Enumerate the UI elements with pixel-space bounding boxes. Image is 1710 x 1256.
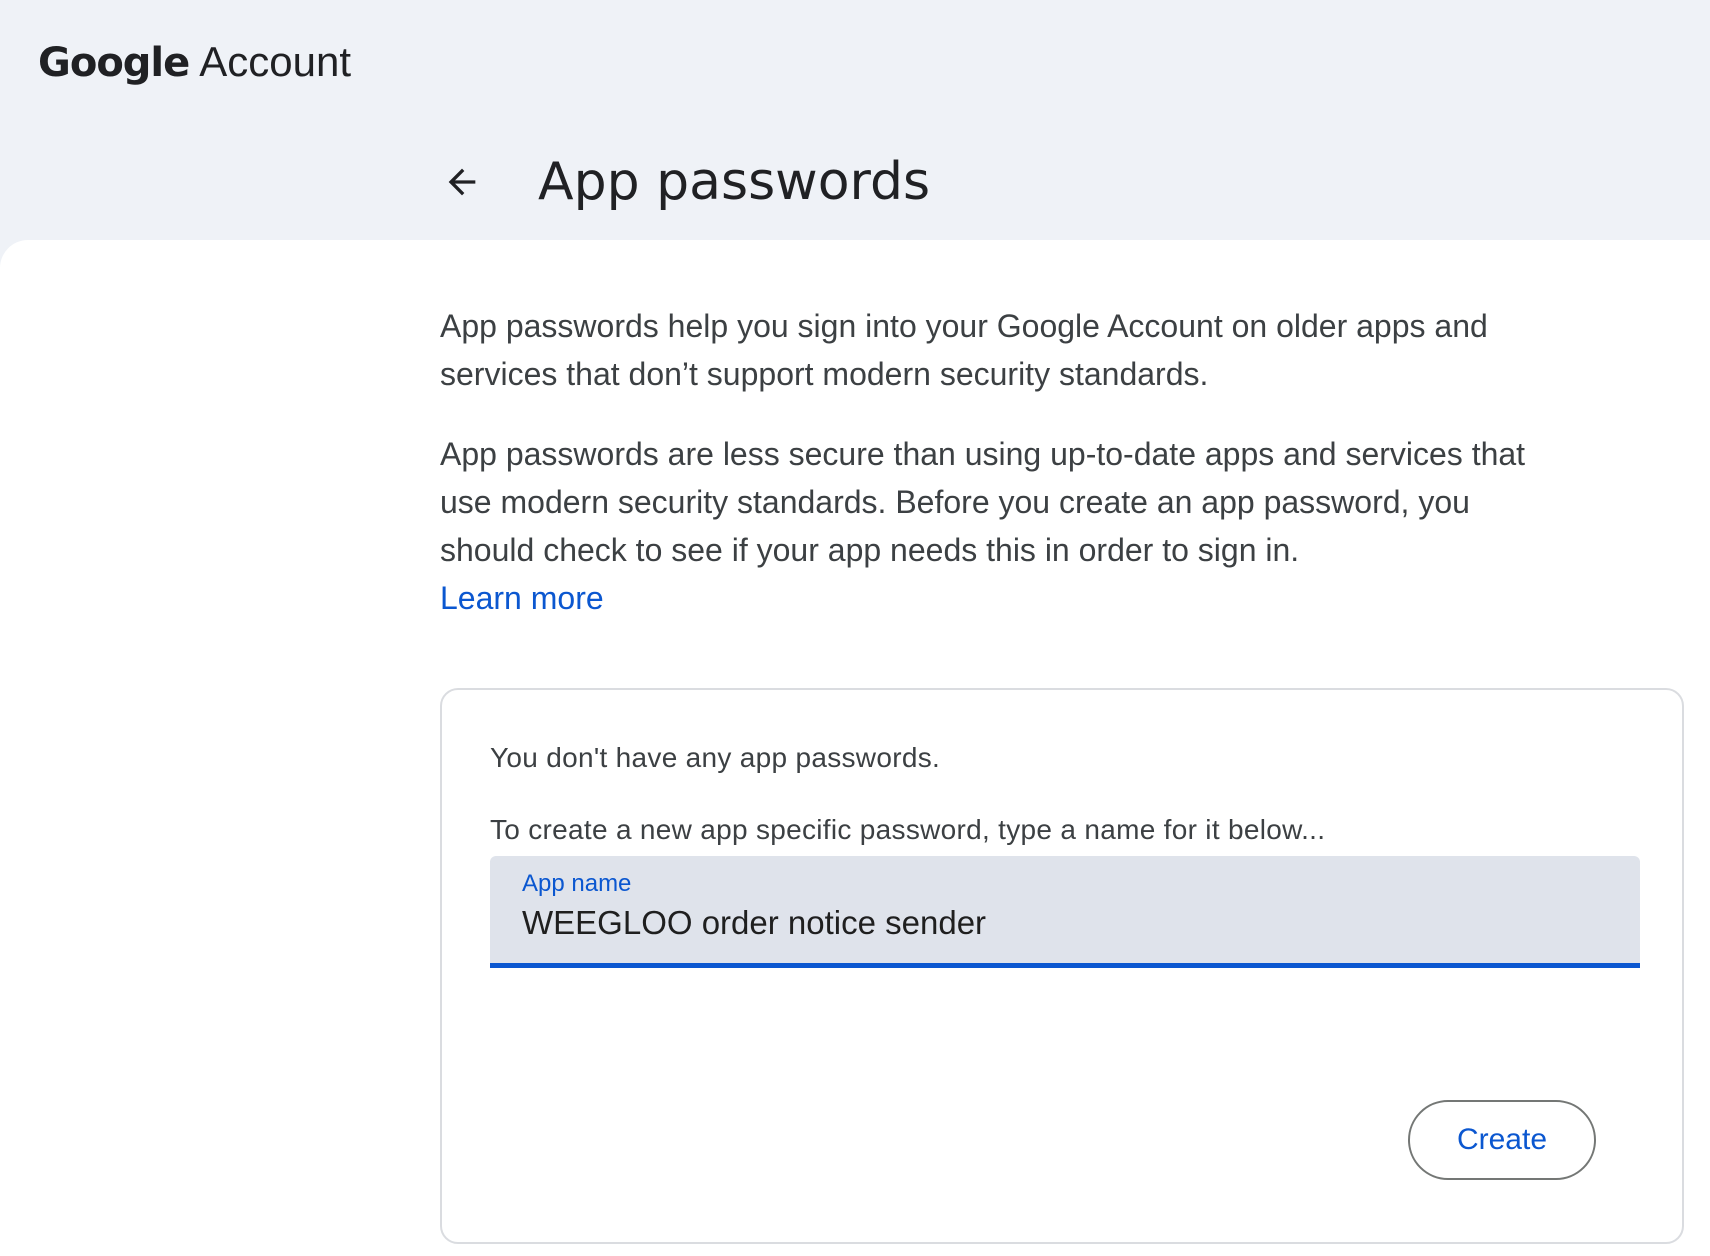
logo-account-text: Account — [199, 38, 352, 85]
app-name-field[interactable]: App name — [490, 856, 1640, 968]
empty-message: You don't have any app passwords. — [490, 742, 941, 773]
app-name-input[interactable] — [522, 904, 1602, 942]
google-account-logo[interactable]: Google Account — [38, 38, 351, 94]
description: App passwords help you sign into your Go… — [440, 302, 1540, 622]
create-button[interactable]: Create — [1408, 1100, 1596, 1180]
learn-more-link[interactable]: Learn more — [440, 580, 604, 616]
description-paragraph-1: App passwords help you sign into your Go… — [440, 308, 1488, 392]
app-passwords-card: You don't have any app passwords. To cre… — [440, 688, 1684, 1244]
top-bar: Google Account App passwords — [0, 0, 1710, 240]
content-sheet: App passwords help you sign into your Go… — [0, 240, 1710, 1256]
description-paragraph-2: App passwords are less secure than using… — [440, 430, 1540, 622]
arrow-back-icon — [448, 168, 476, 196]
page-header: App passwords — [430, 140, 930, 224]
back-button[interactable] — [430, 150, 494, 214]
page-title: App passwords — [538, 152, 931, 212]
description-paragraph-2-text: App passwords are less secure than using… — [440, 436, 1526, 568]
app-name-label: App name — [522, 870, 632, 897]
instruction-text: To create a new app specific password, t… — [490, 814, 1326, 845]
logo-google-text: Google — [38, 40, 190, 86]
